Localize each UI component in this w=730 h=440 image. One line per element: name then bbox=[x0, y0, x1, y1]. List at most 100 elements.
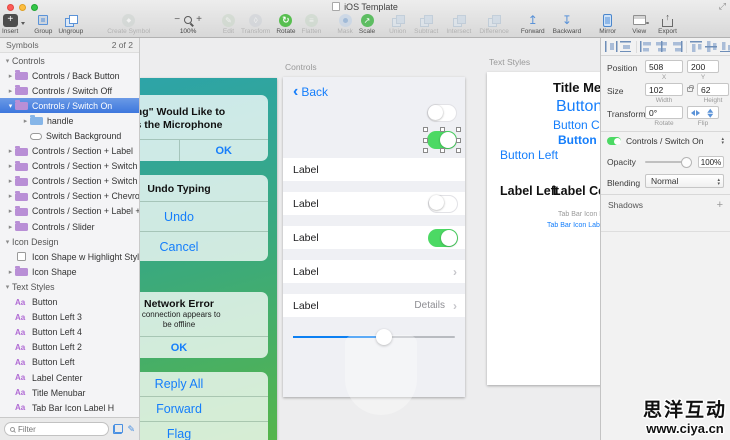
back-button[interactable]: ‹ Back bbox=[293, 85, 328, 99]
selection-handle[interactable] bbox=[456, 138, 461, 143]
selection-handle[interactable] bbox=[423, 148, 428, 153]
disclosure-triangle-icon[interactable] bbox=[6, 223, 15, 231]
text-style-title-menubar[interactable]: Title Menubar bbox=[553, 80, 600, 95]
width-field[interactable] bbox=[645, 83, 683, 96]
disclosure-triangle-icon[interactable] bbox=[6, 162, 15, 170]
intersect-button[interactable]: Intersect bbox=[446, 13, 471, 35]
difference-button[interactable]: Difference bbox=[479, 13, 509, 35]
disclosure-triangle-icon[interactable] bbox=[6, 192, 15, 200]
ok-button[interactable]: OK bbox=[180, 140, 269, 161]
edit-button[interactable]: Edit bbox=[222, 13, 235, 35]
sidebar-item-section-chevron[interactable]: Controls / Section + Chevron bbox=[0, 189, 139, 204]
sidebar-item-section-label[interactable]: Controls / Section + Label bbox=[0, 144, 139, 159]
selection-handle[interactable] bbox=[423, 127, 428, 132]
disclosure-triangle-icon[interactable] bbox=[6, 207, 15, 215]
lock-proportions-icon[interactable] bbox=[687, 87, 693, 92]
microphone-alert[interactable]: ing" Would Like to s the Microphone OK bbox=[140, 95, 268, 161]
flip-vertical-button[interactable] bbox=[705, 106, 716, 119]
disclosure-triangle-icon[interactable] bbox=[6, 147, 15, 155]
artboard-title-text-styles[interactable]: Text Styles bbox=[489, 57, 530, 67]
selection-handle[interactable] bbox=[456, 127, 461, 132]
selection-handle[interactable] bbox=[423, 138, 428, 143]
mask-button[interactable]: Mask bbox=[337, 13, 353, 35]
switch-off-symbol[interactable] bbox=[427, 104, 457, 122]
flag-button[interactable]: Flag bbox=[140, 422, 268, 440]
disclosure-triangle-icon[interactable] bbox=[6, 268, 15, 276]
artboard-text-styles[interactable]: Title Menubar Button Big Button Center B… bbox=[487, 72, 600, 385]
selection-handle[interactable] bbox=[440, 127, 445, 132]
pages-icon[interactable] bbox=[113, 424, 123, 434]
sidebar-item-ts-button-left-4[interactable]: Button Left 4 bbox=[0, 325, 139, 340]
transform-button[interactable]: Transform bbox=[241, 13, 270, 35]
position-x-field[interactable] bbox=[645, 60, 683, 73]
add-shadow-button[interactable]: + bbox=[717, 201, 723, 209]
subtract-button[interactable]: Subtract bbox=[414, 13, 438, 35]
sidebar-item-ts-button-left-2[interactable]: Button Left 2 bbox=[0, 340, 139, 355]
group-button[interactable]: Group bbox=[34, 13, 52, 35]
disclosure-triangle-icon[interactable] bbox=[6, 177, 15, 185]
opacity-value-field[interactable] bbox=[698, 156, 724, 168]
action-sheet[interactable]: Reply All Forward Flag bbox=[140, 372, 268, 440]
undo-button[interactable]: Undo bbox=[140, 201, 268, 231]
sidebar-section-icon-design[interactable]: Icon Design bbox=[0, 234, 139, 249]
text-style-button-center[interactable]: Button Center bbox=[553, 118, 600, 132]
align-horizontal-center-icon[interactable] bbox=[655, 41, 668, 52]
sidebar-item-ts-title-menubar[interactable]: Title Menubar bbox=[0, 385, 139, 400]
flip-horizontal-button[interactable] bbox=[688, 107, 703, 118]
canvas[interactable]: ing" Would Like to s the Microphone OK U… bbox=[140, 38, 600, 440]
text-style-button-left[interactable]: Button Left bbox=[500, 148, 558, 162]
text-style-tab-bar-icon-label-highlighted[interactable]: Tab Bar Icon Label Highlighted bbox=[547, 222, 600, 229]
export-button[interactable]: Export bbox=[658, 13, 677, 35]
artboard-phone[interactable]: ing" Would Like to s the Microphone OK U… bbox=[140, 78, 277, 440]
stepper-icon[interactable]: ▴▾ bbox=[721, 137, 724, 145]
text-style-button-big[interactable]: Button Big bbox=[556, 98, 600, 116]
height-field[interactable] bbox=[697, 83, 729, 96]
table-row[interactable]: Label › bbox=[283, 260, 465, 283]
ok-button[interactable]: OK bbox=[140, 337, 268, 358]
align-left-icon[interactable] bbox=[640, 41, 653, 52]
union-button[interactable]: Union bbox=[389, 13, 406, 35]
disclosure-triangle-icon[interactable] bbox=[3, 238, 12, 246]
switch-on[interactable] bbox=[428, 229, 458, 247]
selection-handle[interactable] bbox=[456, 148, 461, 153]
sidebar-item-handle[interactable]: handle bbox=[0, 113, 139, 128]
alert-hidden-button[interactable] bbox=[140, 140, 180, 161]
position-y-field[interactable] bbox=[687, 60, 719, 73]
text-style-label-center[interactable]: Label Center bbox=[553, 184, 600, 198]
sidebar-item-section-switch-off[interactable]: Controls / Section + Switch Off bbox=[0, 174, 139, 189]
align-top-icon[interactable] bbox=[690, 41, 703, 52]
reply-all-button[interactable]: Reply All bbox=[140, 372, 268, 397]
table-row[interactable]: Label bbox=[283, 158, 465, 181]
disclosure-triangle-icon[interactable] bbox=[6, 102, 15, 110]
view-button[interactable]: View bbox=[632, 13, 646, 35]
symbol-selector[interactable]: Controls / Switch On ▴▾ bbox=[601, 131, 730, 150]
artboard-title-controls[interactable]: Controls bbox=[285, 62, 317, 72]
forward-button[interactable]: Forward bbox=[140, 397, 268, 422]
insert-button[interactable]: Insert bbox=[2, 13, 18, 35]
disclosure-triangle-icon[interactable] bbox=[3, 283, 12, 291]
disclosure-triangle-icon[interactable] bbox=[3, 57, 12, 65]
sidebar-item-back-button[interactable]: Controls / Back Button bbox=[0, 68, 139, 83]
undo-typing-alert[interactable]: Undo Typing Undo Cancel bbox=[140, 175, 268, 261]
sidebar-item-slider[interactable]: Controls / Slider bbox=[0, 219, 139, 234]
table-row[interactable]: Label Details › bbox=[283, 294, 465, 317]
filter-input[interactable] bbox=[18, 425, 103, 434]
scale-button[interactable]: Scale bbox=[359, 13, 375, 35]
sidebar-item-icon-shape-highlight[interactable]: Icon Shape w Highlight Style bbox=[0, 249, 139, 264]
sidebar-item-ts-button-left[interactable]: Button Left bbox=[0, 355, 139, 370]
create-symbol-button[interactable]: Create Symbol bbox=[107, 13, 150, 35]
disclosure-triangle-icon[interactable] bbox=[6, 72, 15, 80]
network-error-alert[interactable]: Network Error t connection appears to be… bbox=[140, 292, 268, 358]
sidebar-item-ts-button[interactable]: Button bbox=[0, 295, 139, 310]
forward-button[interactable]: Forward bbox=[521, 13, 545, 35]
text-style-button-bold[interactable]: Button Bold bbox=[558, 133, 600, 147]
align-bottom-icon[interactable] bbox=[720, 41, 730, 52]
cancel-button[interactable]: Cancel bbox=[140, 231, 268, 261]
backward-button[interactable]: Backward bbox=[553, 13, 582, 35]
sidebar-item-ts-button-left-3[interactable]: Button Left 3 bbox=[0, 310, 139, 325]
switch-on-symbol-selected[interactable] bbox=[427, 131, 457, 149]
rotate-button[interactable]: Rotate bbox=[276, 13, 295, 35]
switch-off[interactable] bbox=[428, 195, 458, 213]
align-right-icon[interactable] bbox=[670, 41, 683, 52]
text-style-tab-bar-icon-label[interactable]: Tab Bar Icon Label bbox=[558, 211, 600, 218]
